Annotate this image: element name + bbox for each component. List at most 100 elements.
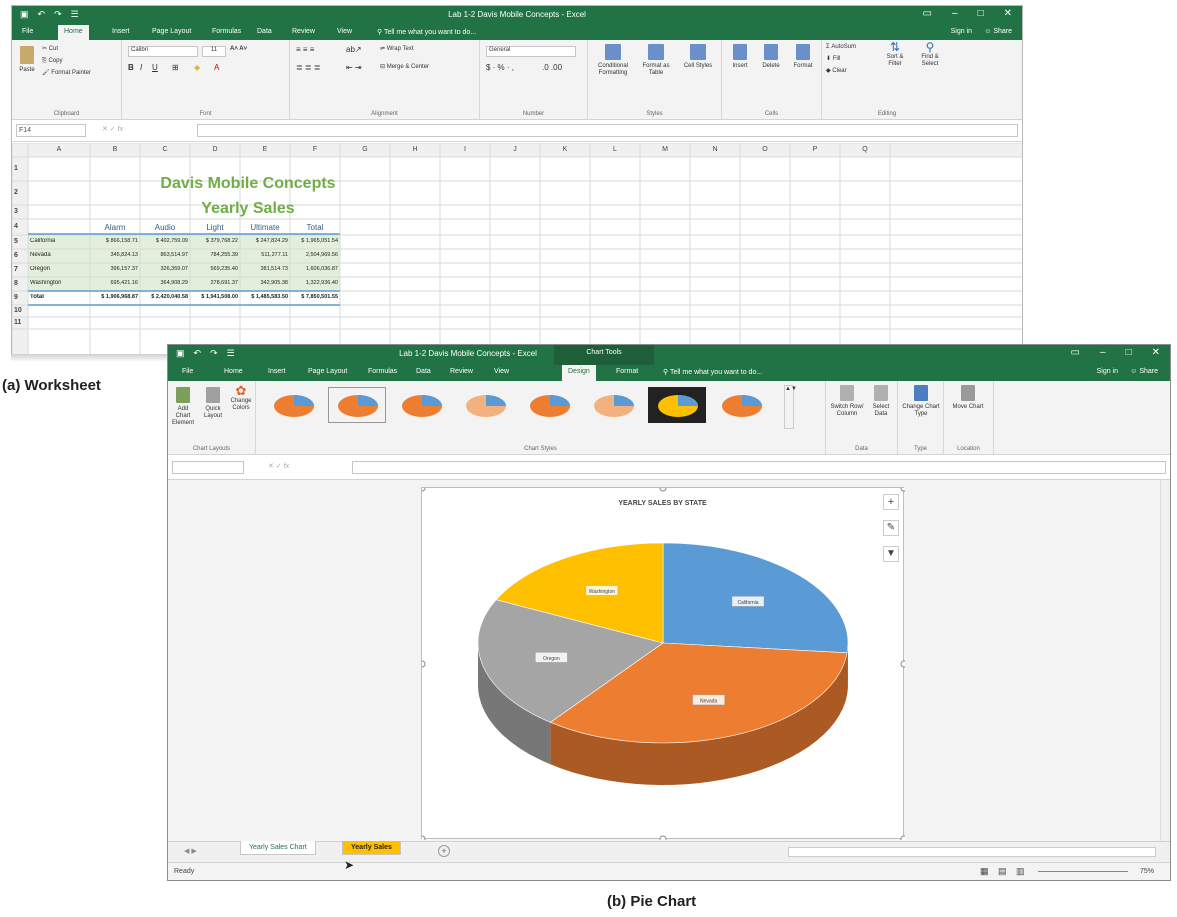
indent-icon[interactable]: ⇤ ⇥	[346, 64, 362, 72]
resize-handle[interactable]	[900, 660, 905, 668]
find-select-button[interactable]: ⚲ Find & Select	[914, 41, 946, 68]
chart-elements-button[interactable]: +	[883, 494, 899, 510]
border-icon[interactable]: ⊞	[172, 64, 179, 72]
data-cell[interactable]: 1,606,036.87	[291, 266, 338, 272]
resize-handle[interactable]	[900, 488, 905, 492]
data-cell[interactable]: 342,905.38	[241, 280, 288, 286]
tab-view[interactable]: View	[494, 368, 509, 375]
data-cell[interactable]: $ 1,965,051.54	[291, 238, 338, 244]
data-cell[interactable]: 381,514.73	[241, 266, 288, 272]
data-cell[interactable]: 396,157.37	[91, 266, 138, 272]
paste-button[interactable]: Paste	[16, 46, 38, 74]
tell-me-box[interactable]: ⚲ Tell me what you want to do...	[663, 368, 762, 376]
tab-page-layout[interactable]: Page Layout	[152, 28, 191, 35]
tab-formulas[interactable]: Formulas	[368, 368, 397, 375]
new-sheet-button[interactable]: +	[438, 845, 450, 857]
delete-cells-button[interactable]: Delete	[756, 44, 786, 70]
sheet-tab-yearly-sales[interactable]: Yearly Sales	[342, 841, 401, 855]
data-cell[interactable]: $ 402,759.09	[141, 238, 188, 244]
merge-center-button[interactable]: ⊟ Merge & Center	[380, 64, 429, 71]
format-painter-button[interactable]: 🖌 Format Painter	[42, 70, 91, 77]
data-cell[interactable]: $ 1,485,583.50	[241, 294, 288, 300]
column-header[interactable]: P	[790, 146, 840, 153]
data-cell[interactable]: $ 2,420,040.58	[141, 294, 188, 300]
select-data-button[interactable]: Select Data	[868, 385, 894, 418]
close-icon[interactable]: ✕	[1152, 347, 1160, 358]
data-cell[interactable]: $ 379,768.22	[191, 238, 238, 244]
sign-in-link[interactable]: Sign in	[951, 28, 972, 35]
bold-button[interactable]: B	[128, 64, 134, 72]
tab-file[interactable]: File	[182, 368, 193, 375]
switch-row-column-button[interactable]: Switch Row/ Column	[830, 385, 864, 418]
data-label[interactable]: California	[731, 596, 765, 607]
data-cell[interactable]: 511,277.11	[241, 252, 288, 258]
chart-filters-button[interactable]: ▼	[883, 546, 899, 562]
data-cell[interactable]: $ 247,824.29	[241, 238, 288, 244]
share-button[interactable]: ☺ Share	[1130, 368, 1158, 375]
fill-button[interactable]: ⬇ Fill	[826, 56, 840, 63]
sheet-tab-yearly-sales-chart[interactable]: Yearly Sales Chart	[240, 841, 316, 855]
column-header[interactable]: O	[740, 146, 790, 153]
sheet-nav-arrows[interactable]: ◀ ▶	[184, 847, 197, 855]
tab-review[interactable]: Review	[450, 368, 473, 375]
tab-design[interactable]: Design	[562, 365, 596, 381]
font-color-icon[interactable]: A	[214, 64, 219, 72]
data-cell[interactable]: 364,908.29	[141, 280, 188, 286]
row-label-cell[interactable]: Oregon	[30, 266, 50, 272]
column-header[interactable]: Q	[840, 146, 890, 153]
ribbon-options-icon[interactable]: ▭	[1071, 347, 1080, 358]
grow-font-icon[interactable]: A˄ A˅	[230, 46, 247, 53]
data-label[interactable]: Oregon	[535, 652, 568, 663]
data-cell[interactable]: 1,322,936.40	[291, 280, 338, 286]
chart-styles-button[interactable]: ✎	[883, 520, 899, 536]
row-label-cell[interactable]: Total	[30, 294, 44, 300]
chart-style-thumbnail[interactable]	[520, 387, 578, 423]
column-header[interactable]: K	[540, 146, 590, 153]
column-title-cell[interactable]: Total	[290, 223, 340, 232]
vertical-scrollbar[interactable]	[1160, 480, 1170, 841]
italic-button[interactable]: I	[140, 64, 142, 72]
chart-style-thumbnail[interactable]	[648, 387, 706, 423]
orientation-icon[interactable]: ab↗	[346, 46, 362, 54]
format-cells-button[interactable]: Format	[788, 44, 818, 70]
chart-style-thumbnail[interactable]	[264, 387, 322, 423]
data-cell[interactable]: 863,514.97	[141, 252, 188, 258]
sign-in-link[interactable]: Sign in	[1097, 368, 1118, 375]
page-layout-view-icon[interactable]: ▤	[998, 866, 1007, 877]
column-header[interactable]: N	[690, 146, 740, 153]
tab-view[interactable]: View	[337, 28, 352, 35]
column-header[interactable]: M	[640, 146, 690, 153]
maximize-icon[interactable]: □	[978, 8, 984, 19]
add-chart-element-button[interactable]: Add Chart Element	[170, 387, 196, 427]
data-cell[interactable]: $ 866,158.71	[91, 238, 138, 244]
data-cell[interactable]: 569,235.40	[191, 266, 238, 272]
resize-handle[interactable]	[900, 835, 905, 840]
data-label[interactable]: Washington	[585, 585, 619, 596]
left-align-icon[interactable]: ≣ ≣ ≣	[296, 64, 321, 72]
column-title-cell[interactable]: Audio	[140, 223, 190, 232]
zoom-level[interactable]: 75%	[1140, 868, 1154, 875]
zoom-slider[interactable]	[1038, 871, 1128, 872]
maximize-icon[interactable]: □	[1126, 347, 1132, 358]
clear-button[interactable]: ◆ Clear	[826, 68, 847, 75]
tab-home[interactable]: Home	[224, 368, 243, 375]
decimal-icon[interactable]: .0 .00	[542, 64, 562, 72]
data-cell[interactable]: $ 1,941,508.00	[191, 294, 238, 300]
tab-review[interactable]: Review	[292, 28, 315, 35]
resize-handle[interactable]	[659, 835, 667, 840]
currency-icon[interactable]: $ · % · ,	[486, 64, 514, 72]
column-title-cell[interactable]: Ultimate	[240, 223, 290, 232]
quick-layout-button[interactable]: Quick Layout	[200, 387, 226, 420]
top-align-icon[interactable]: ≡ ≡ ≡	[296, 46, 314, 54]
row-label-cell[interactable]: Washington	[30, 280, 61, 286]
formula-input[interactable]	[352, 461, 1166, 474]
underline-button[interactable]: U	[152, 64, 158, 72]
font-name-select[interactable]: Calibri	[128, 46, 198, 57]
tab-file[interactable]: File	[22, 28, 33, 35]
data-cell[interactable]: 695,421.16	[91, 280, 138, 286]
tab-format[interactable]: Format	[616, 368, 638, 375]
row-label-cell[interactable]: California	[30, 238, 55, 244]
data-cell[interactable]: $ 7,850,501.55	[291, 294, 338, 300]
name-box[interactable]: F14	[16, 124, 86, 137]
chart-style-thumbnail[interactable]	[584, 387, 642, 423]
